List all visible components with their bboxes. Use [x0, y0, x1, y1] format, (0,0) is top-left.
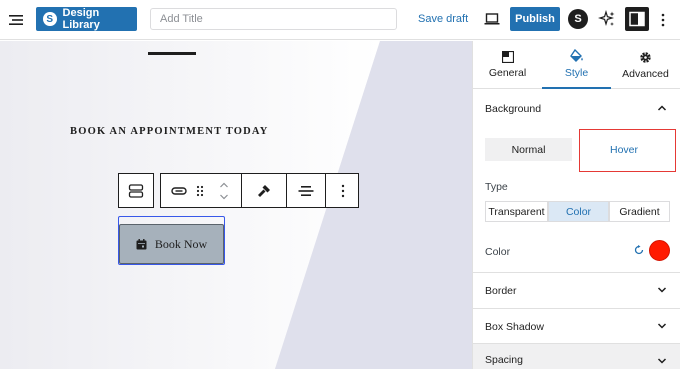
- style-copy-button[interactable]: [242, 174, 286, 207]
- chevron-down-icon: [657, 323, 667, 329]
- ai-sparkle-icon[interactable]: [598, 10, 616, 28]
- publish-button[interactable]: Publish: [510, 7, 560, 31]
- style-brush-icon: [258, 184, 270, 197]
- tab-general-label: General: [488, 67, 527, 79]
- tab-general[interactable]: General: [473, 41, 542, 89]
- stackable-logo-icon: S: [43, 12, 57, 26]
- spacing-section-title: Spacing: [485, 354, 523, 366]
- desktop-preview-icon[interactable]: [484, 11, 500, 27]
- calendar-icon: [136, 238, 147, 249]
- sidebar-panel-icon: [629, 11, 645, 27]
- title-input[interactable]: [150, 8, 397, 30]
- select-parent-block-button[interactable]: [118, 173, 154, 208]
- layout-icon: [501, 51, 514, 63]
- document-overview-icon[interactable]: [8, 12, 24, 28]
- move-up-icon[interactable]: [219, 181, 229, 189]
- state-normal-button[interactable]: Normal: [485, 138, 572, 161]
- box-shadow-section-title: Box Shadow: [485, 320, 544, 333]
- border-section-toggle[interactable]: Border: [473, 273, 680, 308]
- type-gradient-option[interactable]: Gradient: [609, 201, 670, 222]
- chevron-down-icon: [657, 358, 667, 364]
- tab-style-label: Style: [564, 67, 589, 79]
- reset-icon[interactable]: [634, 245, 644, 255]
- chevron-down-icon: [657, 287, 667, 293]
- tab-style[interactable]: Style: [542, 41, 611, 89]
- more-options-icon[interactable]: [660, 12, 666, 28]
- sidebar-tabs: General Style Advanced: [473, 41, 680, 89]
- hover-highlight-box: [579, 129, 676, 172]
- save-draft-button[interactable]: Save draft: [418, 13, 468, 25]
- box-shadow-section-toggle[interactable]: Box Shadow: [473, 309, 680, 344]
- design-library-button[interactable]: S Design Library: [36, 7, 137, 31]
- paint-bucket-icon: [569, 49, 583, 62]
- spacing-section-toggle[interactable]: Spacing: [473, 344, 680, 369]
- chevron-up-icon: [657, 105, 667, 111]
- move-down-icon[interactable]: [219, 193, 229, 201]
- appointment-heading[interactable]: BOOK AN APPOINTMENT TODAY: [70, 126, 269, 137]
- button-group-icon: [128, 183, 144, 198]
- settings-sidebar: General Style Advanced Background Normal…: [472, 41, 680, 369]
- background-section-toggle[interactable]: Background: [473, 91, 680, 126]
- drag-handle[interactable]: [193, 174, 207, 207]
- border-section-title: Border: [485, 284, 517, 297]
- align-button[interactable]: [287, 174, 325, 207]
- tab-advanced[interactable]: Advanced: [611, 41, 680, 89]
- move-buttons[interactable]: [215, 174, 233, 207]
- link-button-icon: [171, 186, 187, 195]
- color-label: Color: [485, 246, 511, 258]
- align-center-icon: [298, 185, 314, 196]
- gear-icon: [640, 51, 651, 63]
- block-type-button[interactable]: [167, 174, 191, 207]
- design-library-label: Design Library: [62, 7, 100, 31]
- editor-canvas: BOOK AN APPOINTMENT TODAY Book Now: [0, 41, 472, 369]
- block-toolbar: [160, 173, 359, 208]
- block-options-button[interactable]: [326, 174, 359, 207]
- background-section-title: Background: [485, 102, 542, 115]
- book-now-button[interactable]: Book Now: [119, 224, 224, 264]
- stackable-settings-icon[interactable]: S: [568, 9, 588, 29]
- type-transparent-option[interactable]: Transparent: [485, 201, 548, 222]
- drag-handle-icon: [196, 185, 204, 196]
- more-options-icon: [341, 184, 344, 197]
- separator-line: [148, 52, 196, 55]
- background-color-swatch[interactable]: [649, 240, 670, 261]
- type-color-option[interactable]: Color: [548, 201, 609, 222]
- book-now-label: Book Now: [154, 236, 208, 251]
- tab-advanced-label: Advanced: [622, 67, 669, 80]
- settings-sidebar-toggle[interactable]: [625, 7, 649, 31]
- editor-top-bar: S Design Library Save draft Publish S: [0, 0, 680, 40]
- type-label: Type: [485, 181, 508, 193]
